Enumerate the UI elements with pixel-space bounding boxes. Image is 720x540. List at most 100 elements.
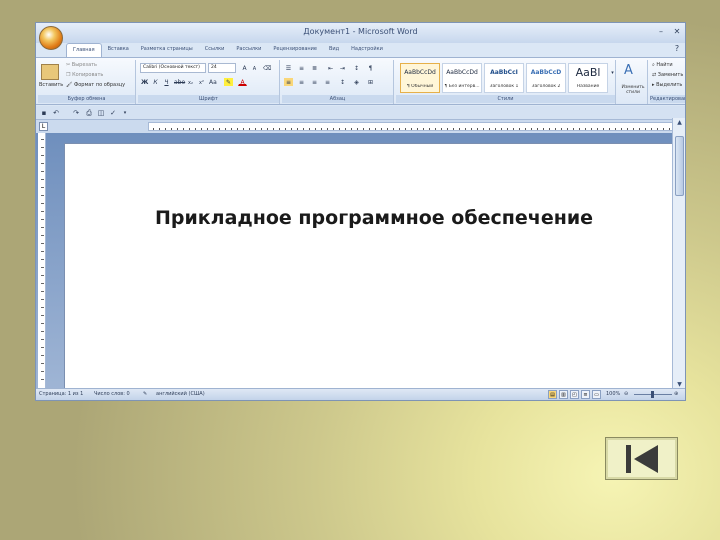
document-heading[interactable]: Прикладное программное обеспечение <box>65 207 683 229</box>
align-center-icon[interactable]: ≡ <box>297 78 306 86</box>
copy-button[interactable]: ❐ Копировать <box>66 72 103 78</box>
shrink-font-icon[interactable]: A <box>250 64 259 72</box>
web-layout-icon[interactable]: ◰ <box>570 390 579 399</box>
bullets-icon[interactable]: ☰ <box>284 64 293 72</box>
tab-mailings[interactable]: Рассылки <box>230 43 267 57</box>
change-case-icon[interactable]: Aa <box>208 78 217 86</box>
font-color-icon[interactable]: A <box>238 78 247 86</box>
tab-home[interactable]: Главная <box>66 43 102 57</box>
spelling-icon[interactable]: ✓ <box>108 108 118 118</box>
full-screen-reading-icon[interactable]: ▥ <box>559 390 568 399</box>
ruler-tick <box>363 128 364 130</box>
borders-icon[interactable]: ⊞ <box>366 78 375 86</box>
decrease-indent-icon[interactable]: ⇤ <box>326 64 335 72</box>
styles-more-icon[interactable]: ▾ <box>608 68 617 76</box>
page-count[interactable]: Страница: 1 из 1 <box>39 391 83 397</box>
select-button[interactable]: ▸ Выделить <box>652 82 682 88</box>
multilevel-list-icon[interactable]: ≣ <box>310 64 319 72</box>
align-left-icon[interactable]: ≡ <box>284 78 293 86</box>
sort-icon[interactable]: ↕ <box>352 64 361 72</box>
strikethrough-icon[interactable]: abe <box>173 78 185 86</box>
vertical-ruler[interactable] <box>38 133 46 390</box>
document-page[interactable]: Прикладное программное обеспечение <box>64 143 684 393</box>
close-icon[interactable]: ✕ <box>670 26 684 38</box>
shading-icon[interactable]: ◈ <box>352 78 361 86</box>
customize-toolbar-icon[interactable]: ▾ <box>120 108 130 118</box>
subscript-icon[interactable]: x₂ <box>186 78 195 86</box>
find-button[interactable]: ⌕ Найти <box>652 62 673 68</box>
horizontal-ruler[interactable] <box>148 122 685 131</box>
scroll-up-icon[interactable]: ▲ <box>674 118 685 128</box>
proofing-icon[interactable]: ✎ <box>143 391 147 397</box>
clear-format-icon[interactable]: ⌫ <box>262 64 271 72</box>
vertical-scrollbar[interactable]: ▲ ▼ <box>672 118 685 390</box>
ruler-tick <box>41 259 44 260</box>
ruler-tick <box>423 128 424 130</box>
back-to-start-button[interactable] <box>605 437 678 480</box>
ruler-tick <box>537 128 538 130</box>
office-button[interactable] <box>39 26 63 50</box>
ruler-tick <box>219 128 220 130</box>
redo-icon[interactable]: ↷ <box>71 108 81 118</box>
tab-selector-icon[interactable]: L <box>39 122 48 131</box>
cut-button[interactable]: ✂ Вырезать <box>66 62 97 68</box>
increase-indent-icon[interactable]: ⇥ <box>338 64 347 72</box>
save-icon[interactable]: ▪ <box>39 108 49 118</box>
preview-icon[interactable]: ◫ <box>96 108 106 118</box>
style-normal[interactable]: AaBbCcDd ¶ Обычный <box>400 63 440 93</box>
line-spacing-icon[interactable]: ↕ <box>338 78 347 86</box>
justify-icon[interactable]: ≡ <box>323 78 332 86</box>
ruler-tick <box>417 128 418 130</box>
align-right-icon[interactable]: ≡ <box>310 78 319 86</box>
paste-icon[interactable] <box>41 64 59 80</box>
zoom-in-icon[interactable]: ⊕ <box>674 391 678 397</box>
tab-addins[interactable]: Надстройки <box>345 43 389 57</box>
outline-icon[interactable]: ≡ <box>581 390 590 399</box>
show-marks-icon[interactable]: ¶ <box>366 64 375 72</box>
style-heading-2[interactable]: AaBbCcD Заголовок 2 <box>526 63 566 93</box>
tab-view[interactable]: Вид <box>323 43 345 57</box>
tab-page-layout[interactable]: Разметка страницы <box>135 43 199 57</box>
font-size-select[interactable]: 24 <box>208 63 236 73</box>
font-name-select[interactable]: Calibri (Основной текст) <box>140 63 206 73</box>
ruler-tick <box>399 128 400 130</box>
word-count[interactable]: Число слов: 0 <box>94 391 130 397</box>
draft-icon[interactable]: ▭ <box>592 390 601 399</box>
style-heading-1[interactable]: AaBbCcI Заголовок 1 <box>484 63 524 93</box>
bold-icon[interactable]: Ж <box>140 78 149 86</box>
zoom-level[interactable]: 100% <box>606 391 620 397</box>
ruler-tick <box>41 139 44 140</box>
language-indicator[interactable]: английский (США) <box>156 391 205 397</box>
style-no-spacing[interactable]: AaBbCcDd ¶ Без интерв... <box>442 63 482 93</box>
ruler-tick <box>549 128 550 130</box>
ruler-tick <box>159 128 160 130</box>
ruler-tick <box>579 128 580 130</box>
scroll-thumb[interactable] <box>675 136 684 196</box>
zoom-out-icon[interactable]: ⊖ <box>624 391 628 397</box>
ruler-tick <box>567 128 568 130</box>
change-styles-icon[interactable]: A <box>624 63 633 78</box>
underline-icon[interactable]: Ч <box>162 78 171 86</box>
zoom-slider-thumb[interactable] <box>651 391 654 398</box>
ruler-tick <box>357 128 358 130</box>
style-title[interactable]: AaBl Название <box>568 63 608 93</box>
paste-button[interactable]: Вставить <box>39 82 63 88</box>
ruler-tick <box>41 339 44 340</box>
italic-icon[interactable]: К <box>151 78 160 86</box>
change-styles-button[interactable]: Изменить стили <box>618 85 648 95</box>
numbering-icon[interactable]: ≡ <box>297 64 306 72</box>
tab-references[interactable]: Ссылки <box>199 43 231 57</box>
superscript-icon[interactable]: x² <box>197 78 206 86</box>
undo-icon[interactable]: ↶ <box>51 108 61 118</box>
highlight-icon[interactable]: ✎ <box>224 78 233 86</box>
replace-button[interactable]: ⇄ Заменить <box>652 72 683 78</box>
tab-review[interactable]: Рецензирование <box>267 43 323 57</box>
format-painter-button[interactable]: 🖌 Формат по образцу <box>66 82 125 88</box>
minimize-icon[interactable]: – <box>654 26 668 38</box>
help-icon[interactable]: ? <box>670 43 684 55</box>
tab-insert[interactable]: Вставка <box>102 43 135 57</box>
style-sample: AaBbCcI <box>490 69 518 76</box>
print-layout-icon[interactable]: ▤ <box>548 390 557 399</box>
grow-font-icon[interactable]: A <box>240 64 249 72</box>
print-icon[interactable]: ⎙ <box>84 108 94 118</box>
